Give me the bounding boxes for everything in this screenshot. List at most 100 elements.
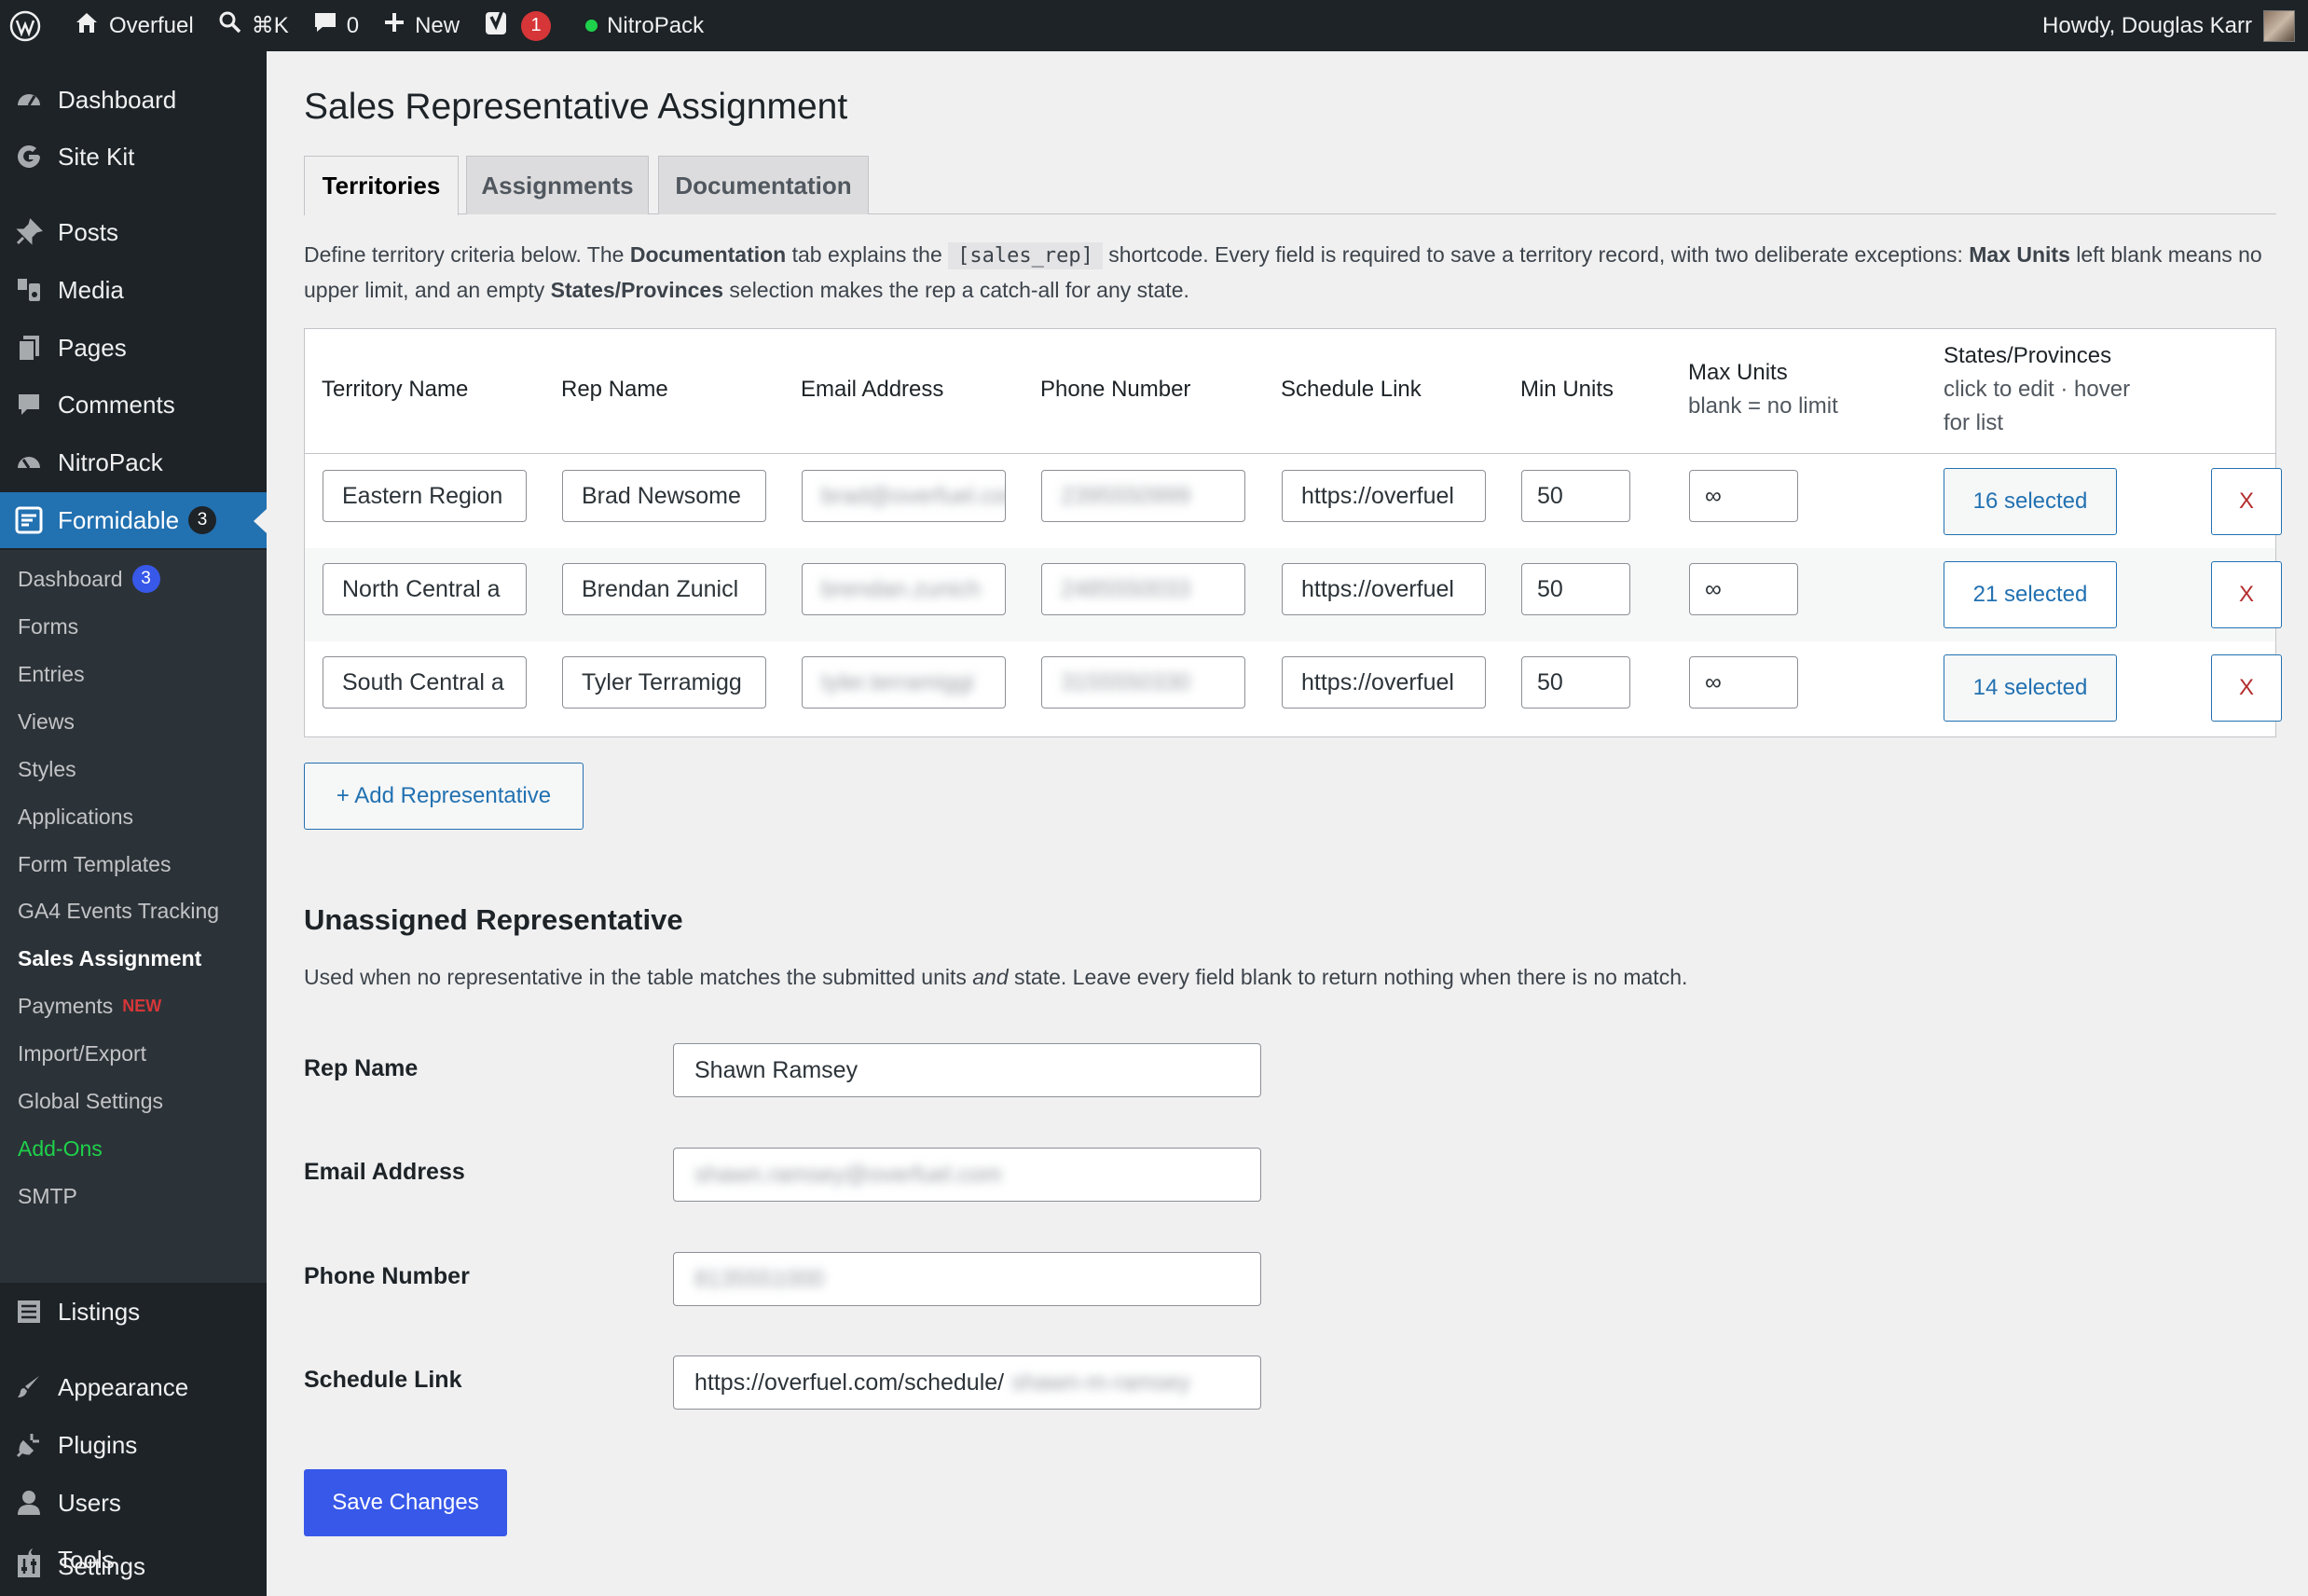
- unassigned-description: Used when no representative in the table…: [304, 965, 1688, 989]
- formidable-submenu: Dashboard 3 Forms Entries Views Styles Ap…: [0, 550, 267, 1283]
- territory-name-input[interactable]: North Central a: [323, 563, 527, 615]
- menu-plugins[interactable]: Plugins: [0, 1417, 267, 1473]
- submenu-payments[interactable]: Payments NEW: [18, 983, 161, 1029]
- home-icon: [74, 10, 100, 41]
- header-territory-name: Territory Name: [322, 377, 469, 402]
- tab-assignments[interactable]: Assignments: [466, 156, 649, 214]
- submenu-forms[interactable]: Forms: [18, 603, 78, 650]
- submenu-sales-assignment[interactable]: Sales Assignment: [18, 935, 201, 982]
- email-input[interactable]: tyler.terramiggi: [802, 656, 1006, 709]
- tab-bar: Territories Assignments Documentation: [304, 156, 2276, 215]
- header-states: States/Provinces click to edit · hover f…: [1944, 343, 2131, 435]
- submenu-global-settings[interactable]: Global Settings: [18, 1078, 163, 1124]
- site-name: Overfuel: [109, 12, 194, 38]
- save-changes-button[interactable]: Save Changes: [304, 1469, 507, 1536]
- add-representative-button[interactable]: + Add Representative: [304, 763, 584, 830]
- nitropack-menu[interactable]: NitroPack: [563, 0, 716, 51]
- schedule-link-input[interactable]: https://overfuel: [1282, 470, 1486, 522]
- unassigned-phone-input[interactable]: 8135551000: [673, 1252, 1261, 1306]
- submenu-add-ons[interactable]: Add-Ons: [18, 1125, 103, 1172]
- comments-link[interactable]: 0: [301, 0, 371, 51]
- min-units-input[interactable]: 50: [1521, 656, 1630, 709]
- submenu-form-templates[interactable]: Form Templates: [18, 841, 171, 887]
- table-row: South Central a Tyler Terramigg tyler.te…: [305, 641, 2282, 735]
- sliders-icon: [0, 1552, 58, 1580]
- submenu-ga4-events[interactable]: GA4 Events Tracking: [18, 887, 219, 934]
- intro-text: Define territory criteria below. The Doc…: [304, 242, 2262, 302]
- min-units-input[interactable]: 50: [1521, 563, 1630, 615]
- max-units-input[interactable]: ∞: [1689, 656, 1798, 709]
- menu-dashboard[interactable]: Dashboard: [0, 72, 267, 128]
- menu-formidable[interactable]: Formidable 3: [0, 492, 267, 548]
- email-input[interactable]: brad@overfuel.com: [802, 470, 1006, 522]
- tab-documentation[interactable]: Documentation: [658, 156, 869, 214]
- territory-name-input[interactable]: Eastern Region: [323, 470, 527, 522]
- menu-nitropack[interactable]: NitroPack: [0, 434, 267, 490]
- comment-icon: [0, 392, 58, 418]
- max-units-input[interactable]: ∞: [1689, 563, 1798, 615]
- wordpress-logo-icon[interactable]: [0, 0, 62, 51]
- rep-name-input[interactable]: Brendan Zunicl: [562, 563, 766, 615]
- main-content: Sales Representative Assignment Territor…: [267, 51, 2308, 1596]
- table-header: Territory Name Rep Name Email Address Ph…: [305, 329, 2275, 454]
- account-menu[interactable]: Howdy, Douglas Karr: [2042, 0, 2295, 51]
- unassigned-schedule-input[interactable]: https://overfuel.com/schedule/shawn-m-ra…: [673, 1355, 1261, 1410]
- user-icon: [0, 1489, 58, 1517]
- unassigned-rep-name-input[interactable]: Shawn Ramsey: [673, 1043, 1261, 1097]
- phone-input[interactable]: 3155550330: [1041, 656, 1245, 709]
- submenu-styles[interactable]: Styles: [18, 746, 76, 792]
- max-units-input[interactable]: ∞: [1689, 470, 1798, 522]
- submenu-views[interactable]: Views: [18, 698, 75, 745]
- google-icon: [0, 144, 58, 170]
- schedule-link-input[interactable]: https://overfuel: [1282, 656, 1486, 709]
- menu-pages[interactable]: Pages: [0, 320, 267, 376]
- menu-settings[interactable]: Settings: [0, 1538, 267, 1594]
- rep-name-input[interactable]: Brad Newsome: [562, 470, 766, 522]
- new-content-button[interactable]: New: [371, 0, 472, 51]
- delete-row-button[interactable]: X: [2211, 468, 2282, 535]
- menu-appearance[interactable]: Appearance: [0, 1359, 267, 1415]
- shortcode: [sales_rep]: [948, 242, 1103, 269]
- states-select-button[interactable]: 14 selected: [1944, 654, 2117, 722]
- delete-row-button[interactable]: X: [2211, 561, 2282, 628]
- submenu-dashboard[interactable]: Dashboard 3: [18, 556, 160, 602]
- submenu-entries[interactable]: Entries: [18, 651, 85, 697]
- email-label: Email Address: [304, 1159, 465, 1185]
- schedule-link-input[interactable]: https://overfuel: [1282, 563, 1486, 615]
- rep-name-input[interactable]: Tyler Terramigg: [562, 656, 766, 709]
- menu-site-kit[interactable]: Site Kit: [0, 129, 267, 185]
- phone-input[interactable]: 2395550999: [1041, 470, 1245, 522]
- greeting: Howdy, Douglas Karr: [2042, 12, 2252, 38]
- phone-input[interactable]: 2485550033: [1041, 563, 1245, 615]
- menu-comments[interactable]: Comments: [0, 377, 267, 433]
- unassigned-email-input[interactable]: shawn.ramsey@overfuel.com: [673, 1148, 1261, 1202]
- avatar: [2263, 9, 2295, 42]
- plus-icon: [383, 11, 405, 40]
- yoast-menu[interactable]: 1: [472, 0, 563, 51]
- unassigned-title: Unassigned Representative: [304, 903, 683, 936]
- phone-label: Phone Number: [304, 1263, 470, 1289]
- submenu-applications[interactable]: Applications: [18, 793, 133, 840]
- yoast-count-badge: 1: [521, 10, 552, 41]
- min-units-input[interactable]: 50: [1521, 470, 1630, 522]
- header-email: Email Address: [801, 377, 944, 402]
- menu-media[interactable]: Media: [0, 262, 267, 318]
- states-select-button[interactable]: 16 selected: [1944, 468, 2117, 535]
- territory-name-input[interactable]: South Central a: [323, 656, 527, 709]
- comment-icon: [313, 11, 337, 40]
- site-name-link[interactable]: Overfuel: [62, 0, 206, 51]
- formidable-icon: [0, 505, 58, 535]
- menu-users[interactable]: Users: [0, 1475, 267, 1531]
- menu-posts[interactable]: Posts: [0, 204, 267, 260]
- table-row: North Central a Brendan Zunicl brendan.z…: [305, 548, 2282, 641]
- menu-listings[interactable]: Listings: [0, 1284, 267, 1340]
- submenu-import-export[interactable]: Import/Export: [18, 1030, 146, 1077]
- tab-territories[interactable]: Territories: [304, 156, 459, 215]
- email-input[interactable]: brendan.zunich: [802, 563, 1006, 615]
- page-title: Sales Representative Assignment: [304, 87, 848, 127]
- delete-row-button[interactable]: X: [2211, 654, 2282, 722]
- search-button[interactable]: ⌘K: [206, 0, 301, 51]
- submenu-smtp[interactable]: SMTP: [18, 1173, 77, 1219]
- search-icon: [218, 10, 242, 41]
- states-select-button[interactable]: 21 selected: [1944, 561, 2117, 628]
